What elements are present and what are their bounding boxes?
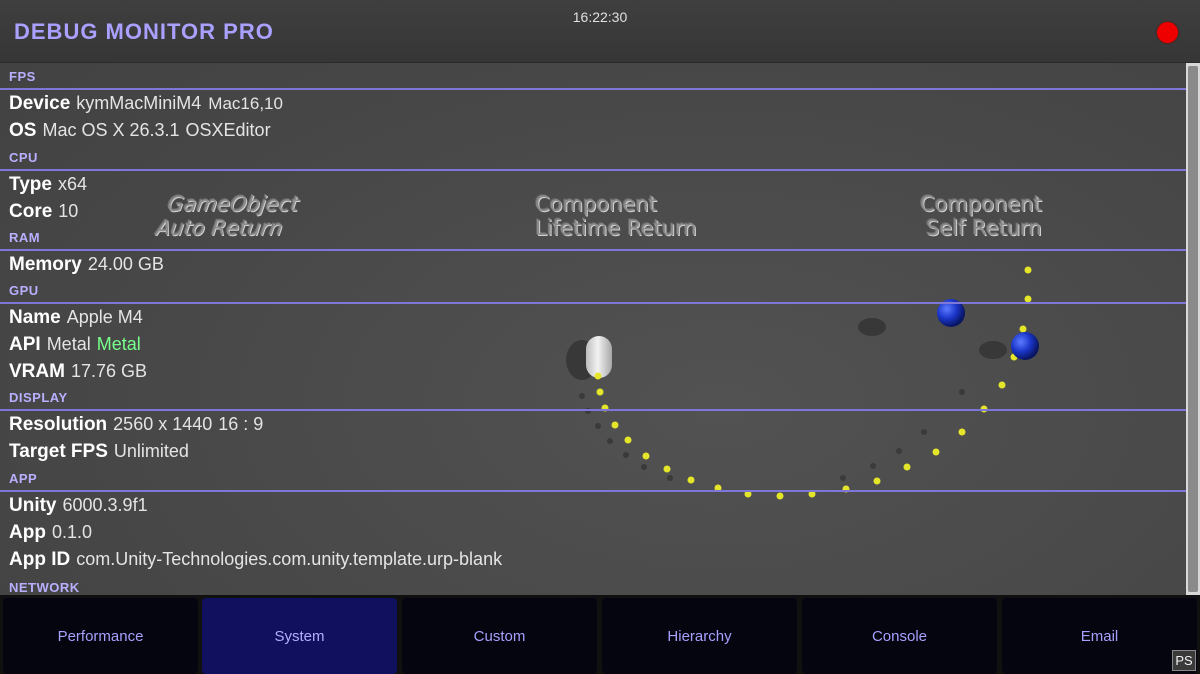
tab-label: Hierarchy — [667, 627, 732, 645]
row-value: 24.00 GB — [87, 254, 164, 274]
row-key: App ID — [9, 549, 71, 570]
record-indicator-button[interactable] — [1157, 22, 1178, 43]
tab-label: Email — [1080, 627, 1119, 645]
tab-performance[interactable]: Performance — [3, 598, 198, 674]
section-title: FPS — [9, 69, 36, 84]
row-key: VRAM — [9, 361, 65, 382]
tab-label: Console — [871, 627, 928, 645]
row-key: App — [9, 522, 46, 543]
row-key: Unity — [9, 495, 57, 516]
row-value: Unlimited — [113, 441, 189, 461]
ps-badge[interactable]: PS — [1172, 650, 1196, 671]
system-info-panel[interactable]: FPS Device kymMacMiniM4 Mac16,10 OS Mac OS … — [0, 63, 1186, 595]
tab-custom[interactable]: Custom — [402, 598, 597, 674]
row-value: Apple M4 — [66, 307, 143, 327]
row-unity: Unity 6000.3.9f1 — [9, 495, 148, 521]
row-key: Device — [9, 93, 71, 114]
section-header-gpu: GPU — [0, 277, 1186, 304]
section-header-app: APP — [0, 465, 1186, 492]
tab-email[interactable]: Email — [1002, 598, 1197, 674]
row-value-secondary: 16 : 9 — [218, 414, 264, 434]
row-value: 0.1.0 — [51, 522, 92, 542]
section-header-display: DISPLAY — [0, 384, 1186, 411]
row-key: Core — [9, 201, 53, 222]
row-cpu-type: Type x64 — [9, 174, 87, 200]
scrollbar-thumb[interactable] — [1188, 66, 1198, 592]
section-header-cpu: CPU — [0, 144, 1186, 171]
row-key: Resolution — [9, 414, 108, 435]
section-title: GPU — [9, 283, 39, 298]
clock-display: 16:22:30 — [572, 9, 628, 25]
section-title: NETWORK — [9, 580, 80, 595]
row-value-highlight: Metal — [96, 334, 141, 354]
row-resolution: Resolution 2560 x 1440 16 : 9 — [9, 414, 263, 440]
row-key: Memory — [9, 254, 82, 275]
section-title: CPU — [9, 150, 38, 165]
row-gpu-api: API Metal Metal — [9, 334, 141, 360]
row-value: kymMacMiniM4 — [76, 93, 202, 113]
row-key: Target FPS — [9, 441, 108, 462]
tab-label: System — [274, 627, 325, 645]
row-device: Device kymMacMiniM4 Mac16,10 — [9, 93, 283, 119]
section-header-fps: FPS — [0, 63, 1186, 90]
tab-console[interactable]: Console — [802, 598, 997, 674]
tab-hierarchy[interactable]: Hierarchy — [602, 598, 797, 674]
tab-label: Custom — [473, 627, 526, 645]
row-os: OS Mac OS X 26.3.1 OSXEditor — [9, 120, 271, 146]
row-key: OS — [9, 120, 37, 141]
row-key: Type — [9, 174, 52, 195]
section-header-network: NETWORK — [0, 572, 1186, 595]
row-app-version: App 0.1.0 — [9, 522, 92, 548]
vertical-scrollbar[interactable] — [1186, 63, 1200, 595]
row-value-secondary: OSXEditor — [185, 120, 271, 140]
row-key: API — [9, 334, 41, 355]
section-title: RAM — [9, 230, 41, 245]
row-gpu-name: Name Apple M4 — [9, 307, 143, 333]
row-value-secondary: Mac16,10 — [208, 94, 283, 113]
section-title: APP — [9, 471, 38, 486]
row-value: com.Unity-Technologies.com.unity.templat… — [76, 549, 503, 569]
row-value: x64 — [57, 174, 87, 194]
row-target-fps: Target FPS Unlimited — [9, 441, 189, 467]
row-value: 6000.3.9f1 — [62, 495, 148, 515]
tab-label: Performance — [57, 627, 144, 645]
row-value: 17.76 GB — [70, 361, 148, 381]
row-value: Mac OS X 26.3.1 — [42, 120, 180, 140]
row-key: Name — [9, 307, 61, 328]
section-title: DISPLAY — [9, 390, 68, 405]
section-header-ram: RAM — [0, 224, 1186, 251]
tab-bar: Performance System Custom Hierarchy Cons… — [0, 595, 1200, 674]
tab-system[interactable]: System — [202, 598, 397, 674]
header-bar: DEBUG MONITOR PRO 16:22:30 — [0, 0, 1200, 63]
row-value: 10 — [58, 201, 79, 221]
row-value: 2560 x 1440 — [113, 414, 213, 434]
row-value: Metal — [46, 334, 91, 354]
